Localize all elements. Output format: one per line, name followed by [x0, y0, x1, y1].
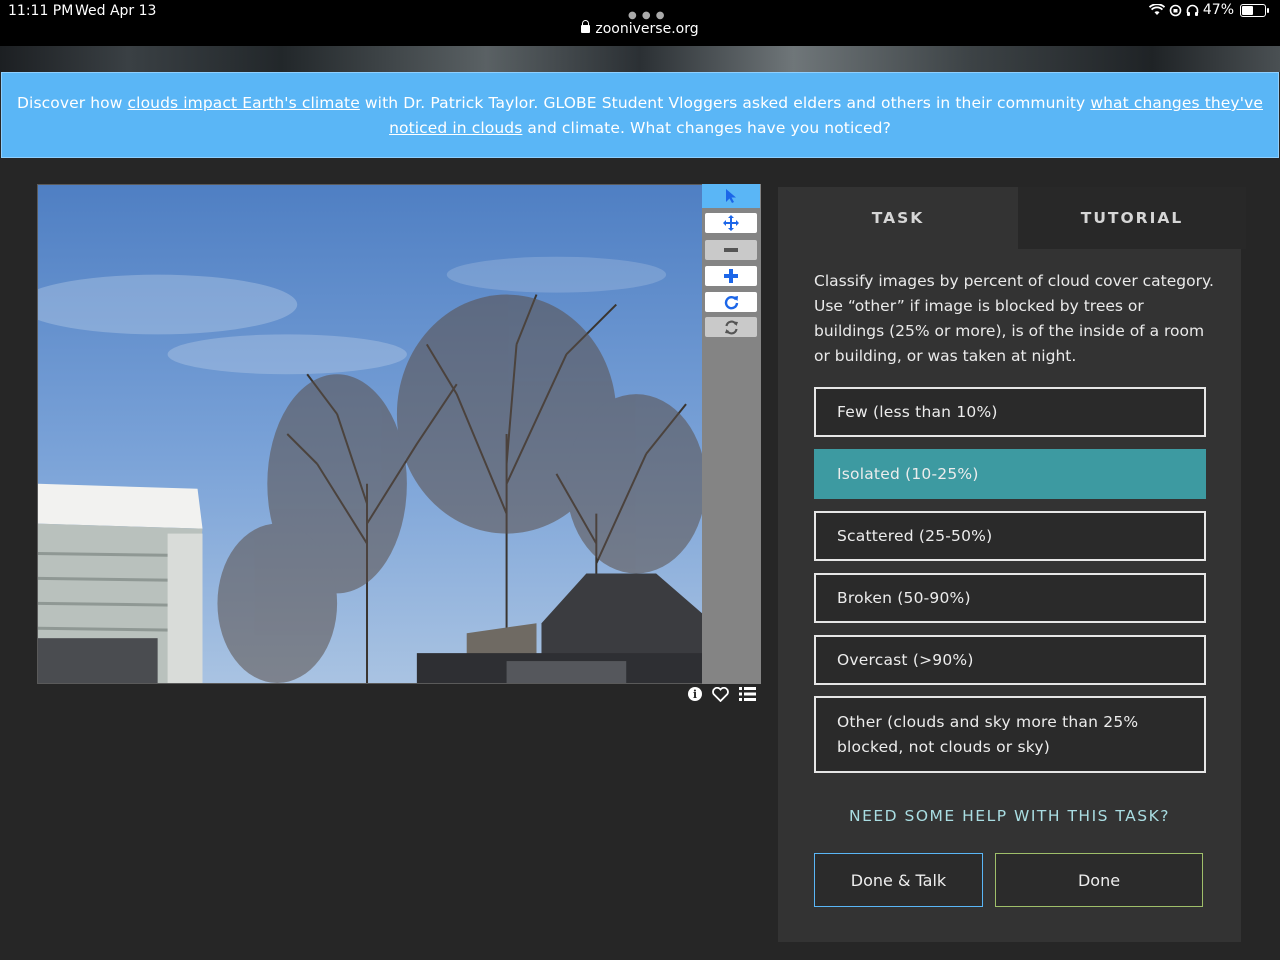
answer-label: Isolated (10-25%): [837, 465, 979, 483]
image-toolbar: [702, 184, 761, 684]
headphones-icon: [1186, 4, 1199, 16]
answer-overcast[interactable]: Overcast (>90%): [814, 635, 1206, 685]
reset-icon: [724, 320, 738, 334]
collections-icon[interactable]: [739, 687, 756, 701]
announcement-banner: Discover how clouds impact Earth's clima…: [1, 72, 1279, 158]
address-bar[interactable]: zooniverse.org: [0, 20, 1280, 37]
banner-text-2: with Dr. Patrick Taylor. GLOBE Student V…: [359, 94, 1091, 112]
browser-menu-dots-icon[interactable]: ● ● ●: [628, 10, 666, 21]
zoom-in-button[interactable]: [705, 266, 757, 286]
pointer-icon: [726, 189, 736, 203]
subject-image-viewer[interactable]: [37, 184, 703, 684]
battery-icon: [1240, 3, 1269, 17]
status-bar: 11:11 PM Wed Apr 13 ● ● ● zooniverse.org…: [0, 0, 1280, 46]
subject-photo: [38, 185, 702, 683]
zoom-in-icon: [724, 269, 738, 283]
status-date: Wed Apr 13: [75, 3, 157, 19]
pointer-tool-button[interactable]: [702, 184, 760, 208]
rotate-icon: [724, 295, 738, 309]
answer-few[interactable]: Few (less than 10%): [814, 387, 1206, 437]
subject-meta-icons: i: [688, 687, 756, 702]
answer-other[interactable]: Other (clouds and sky more than 25% bloc…: [814, 696, 1206, 773]
wifi-icon: [1148, 4, 1165, 15]
zoom-out-icon: [724, 248, 738, 252]
answer-label: Overcast (>90%): [837, 651, 974, 669]
answer-broken[interactable]: Broken (50-90%): [814, 573, 1206, 623]
answer-isolated[interactable]: Isolated (10-25%): [814, 449, 1206, 499]
task-instructions: Classify images by percent of cloud cove…: [814, 272, 1214, 365]
battery-level: [1242, 5, 1254, 15]
answer-label: Broken (50-90%): [837, 589, 971, 607]
tab-tutorial[interactable]: TUTORIAL: [1018, 187, 1246, 249]
banner-text-3: and climate. What changes have you notic…: [522, 119, 891, 137]
info-icon[interactable]: i: [688, 687, 702, 701]
move-icon: [723, 215, 739, 231]
banner-text-1: Discover how: [17, 94, 128, 112]
rotate-button[interactable]: [705, 292, 757, 312]
lock-icon: [581, 20, 591, 33]
answer-label: Few (less than 10%): [837, 403, 998, 421]
tab-task[interactable]: TASK: [778, 187, 1018, 249]
heart-icon[interactable]: [712, 687, 729, 702]
status-time: 11:11 PM: [8, 3, 74, 19]
battery-percent: 47%: [1202, 2, 1234, 18]
done-button[interactable]: Done: [995, 853, 1203, 907]
zoom-out-button[interactable]: [705, 240, 757, 260]
done-and-talk-button[interactable]: Done & Talk: [814, 853, 983, 907]
reset-button[interactable]: [705, 317, 757, 337]
task-help-link[interactable]: NEED SOME HELP WITH THIS TASK?: [778, 807, 1241, 825]
answer-label: Other (clouds and sky more than 25% bloc…: [837, 712, 1139, 756]
url-text: zooniverse.org: [595, 21, 699, 37]
status-icons: 47%: [1148, 2, 1269, 18]
answer-scattered[interactable]: Scattered (25-50%): [814, 511, 1206, 561]
move-tool-button[interactable]: [705, 213, 757, 233]
orientation-lock-icon: [1169, 4, 1182, 16]
banner-link-climate[interactable]: clouds impact Earth's climate: [128, 94, 360, 112]
answer-label: Scattered (25-50%): [837, 527, 993, 545]
project-header-image: [0, 46, 1280, 72]
task-panel: TASK TUTORIAL Classify images by percent…: [778, 187, 1246, 942]
